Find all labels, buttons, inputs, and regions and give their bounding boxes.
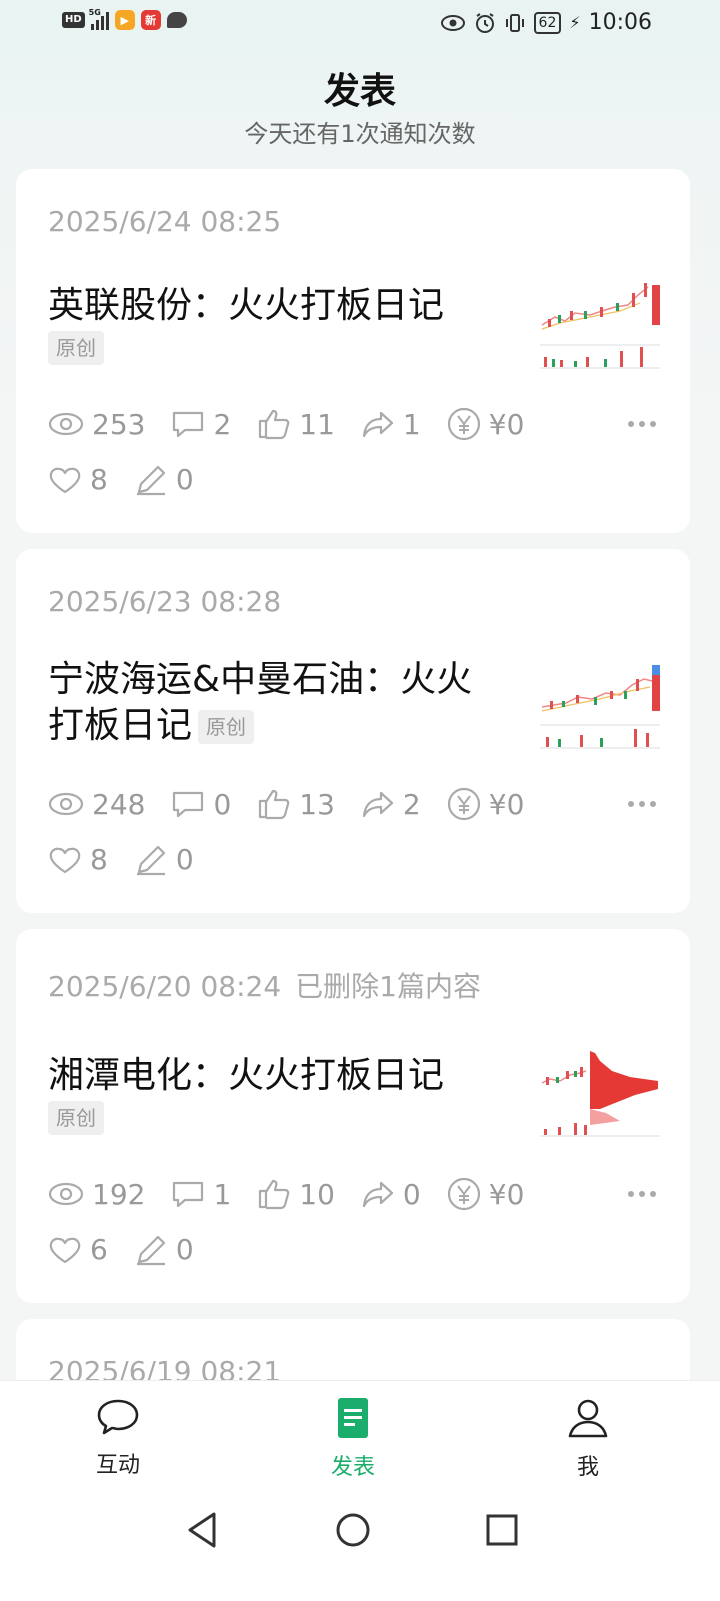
likes-stat: 10 [257,1178,335,1211]
chat-bubble-icon [97,1399,139,1435]
post-title: 英联股份：火火打板日记 [48,285,445,326]
nav-label: 发表 [330,1455,375,1480]
pen-icon [134,1234,168,1266]
home-icon[interactable] [334,1510,372,1550]
post-card[interactable]: 2025/6/24 08:25 英联股份：火火打板日记 原创 253 2 11 … [16,169,690,533]
edits-stat: 0 [134,1233,194,1266]
edits-stat: 0 [134,463,194,496]
favorites-stat: 8 [48,843,108,876]
eye-icon [48,1180,84,1208]
post-card[interactable]: 2025/6/20 08:24 已删除1篇内容 湘潭电化：火火打板日记 原创 19… [16,929,690,1303]
eye-icon [48,790,84,818]
thumbs-up-icon [257,788,291,820]
post-thumbnail[interactable] [540,1033,660,1143]
heart-icon [48,1235,82,1265]
edits-stat: 0 [134,843,194,876]
post-title: 宁波海运&中曼石油：火火打板日记 [48,659,473,746]
nav-label: 互动 [95,1453,140,1478]
bottom-nav: 互动 发表 我 [0,1380,720,1601]
views-stat: 192 [48,1178,145,1211]
post-title-block[interactable]: 湘潭电化：火火打板日记 原创 [48,1053,498,1135]
video-app-icon: ▶ [114,10,135,30]
comments-stat: 1 [171,1178,231,1211]
status-bar: HD 5G ▶ 新 62 ⚡ 10:06 [0,0,720,48]
stats-row: 253 2 11 1 ¥0 [48,407,550,441]
thumbs-up-icon [257,408,291,440]
hd-icon: HD [62,12,85,28]
favorites-stat: 8 [48,463,108,496]
stats-row: 192 1 10 0 ¥0 [48,1177,550,1211]
nav-item-me[interactable]: 我 [528,1397,648,1481]
more-options-button[interactable] [628,421,656,427]
post-card[interactable]: 2025/6/23 08:28 宁波海运&中曼石油：火火打板日记 原创 248 0… [16,549,690,913]
shares-stat: 2 [361,788,421,821]
nav-label: 我 [576,1455,599,1480]
original-tag: 原创 [198,710,255,744]
message-icon [166,12,187,28]
nav-item-interaction[interactable]: 互动 [58,1397,178,1479]
page-title: 发表 [323,71,396,112]
share-icon [361,1179,395,1209]
share-icon [361,409,395,439]
notification-quota-text: 今天还有1次通知次数 [244,120,476,148]
yuan-icon [447,407,481,441]
stats-row: 248 0 13 2 ¥0 [48,787,550,821]
pen-icon [134,844,168,876]
heart-icon [48,845,82,875]
earnings-stat: ¥0 [447,407,524,441]
post-date: 2025/6/23 08:28 [48,585,282,618]
shares-stat: 0 [361,1178,421,1211]
system-nav-bar [0,1508,720,1558]
stats-row-secondary: 8 0 [48,843,220,876]
yuan-icon [447,1177,481,1211]
person-icon [568,1399,608,1438]
post-thumbnail[interactable] [540,645,660,755]
post-date-row: 2025/6/20 08:24 已删除1篇内容 [48,965,481,1005]
likes-stat: 13 [257,788,335,821]
original-tag: 原创 [48,1101,104,1135]
back-icon[interactable] [184,1510,220,1550]
yuan-icon [447,787,481,821]
views-stat: 253 [48,408,145,441]
charging-icon: ⚡ [569,13,581,32]
post-title: 湘潭电化：火火打板日记 [48,1055,445,1096]
post-thumbnail[interactable] [540,265,660,375]
more-options-button[interactable] [628,801,656,807]
eye-comfort-icon [440,14,465,31]
news-app-icon: 新 [140,10,161,30]
signal-icon: 5G [89,8,109,30]
post-title-block[interactable]: 英联股份：火火打板日记 原创 [48,283,498,365]
likes-stat: 11 [257,408,335,441]
nav-item-publish[interactable]: 发表 [293,1397,413,1481]
views-stat: 248 [48,788,145,821]
earnings-stat: ¥0 [447,1177,524,1211]
comment-icon [171,409,205,439]
pen-icon [134,464,168,496]
stats-row-secondary: 6 0 [48,1233,220,1266]
document-icon [338,1398,368,1438]
original-tag: 原创 [48,331,104,365]
heart-icon [48,465,82,495]
thumbs-up-icon [257,1178,291,1210]
post-date: 2025/6/20 08:24 [48,970,282,1003]
comments-stat: 2 [171,408,231,441]
alarm-icon [475,12,494,33]
post-date: 2025/6/24 08:25 [48,205,282,238]
battery-icon: 62 [533,11,562,34]
post-title-block[interactable]: 宁波海运&中曼石油：火火打板日记 原创 [48,657,498,749]
deleted-note: 已删除1篇内容 [295,970,481,1003]
eye-icon [48,410,84,438]
more-options-button[interactable] [628,1191,656,1197]
vibrate-icon [505,13,524,32]
comment-icon [171,789,205,819]
share-icon [361,789,395,819]
stats-row-secondary: 8 0 [48,463,220,496]
clock: 10:06 [588,10,652,35]
favorites-stat: 6 [48,1233,108,1266]
recents-icon[interactable] [484,1510,520,1550]
shares-stat: 1 [361,408,421,441]
comments-stat: 0 [171,788,231,821]
comment-icon [171,1179,205,1209]
earnings-stat: ¥0 [447,787,524,821]
